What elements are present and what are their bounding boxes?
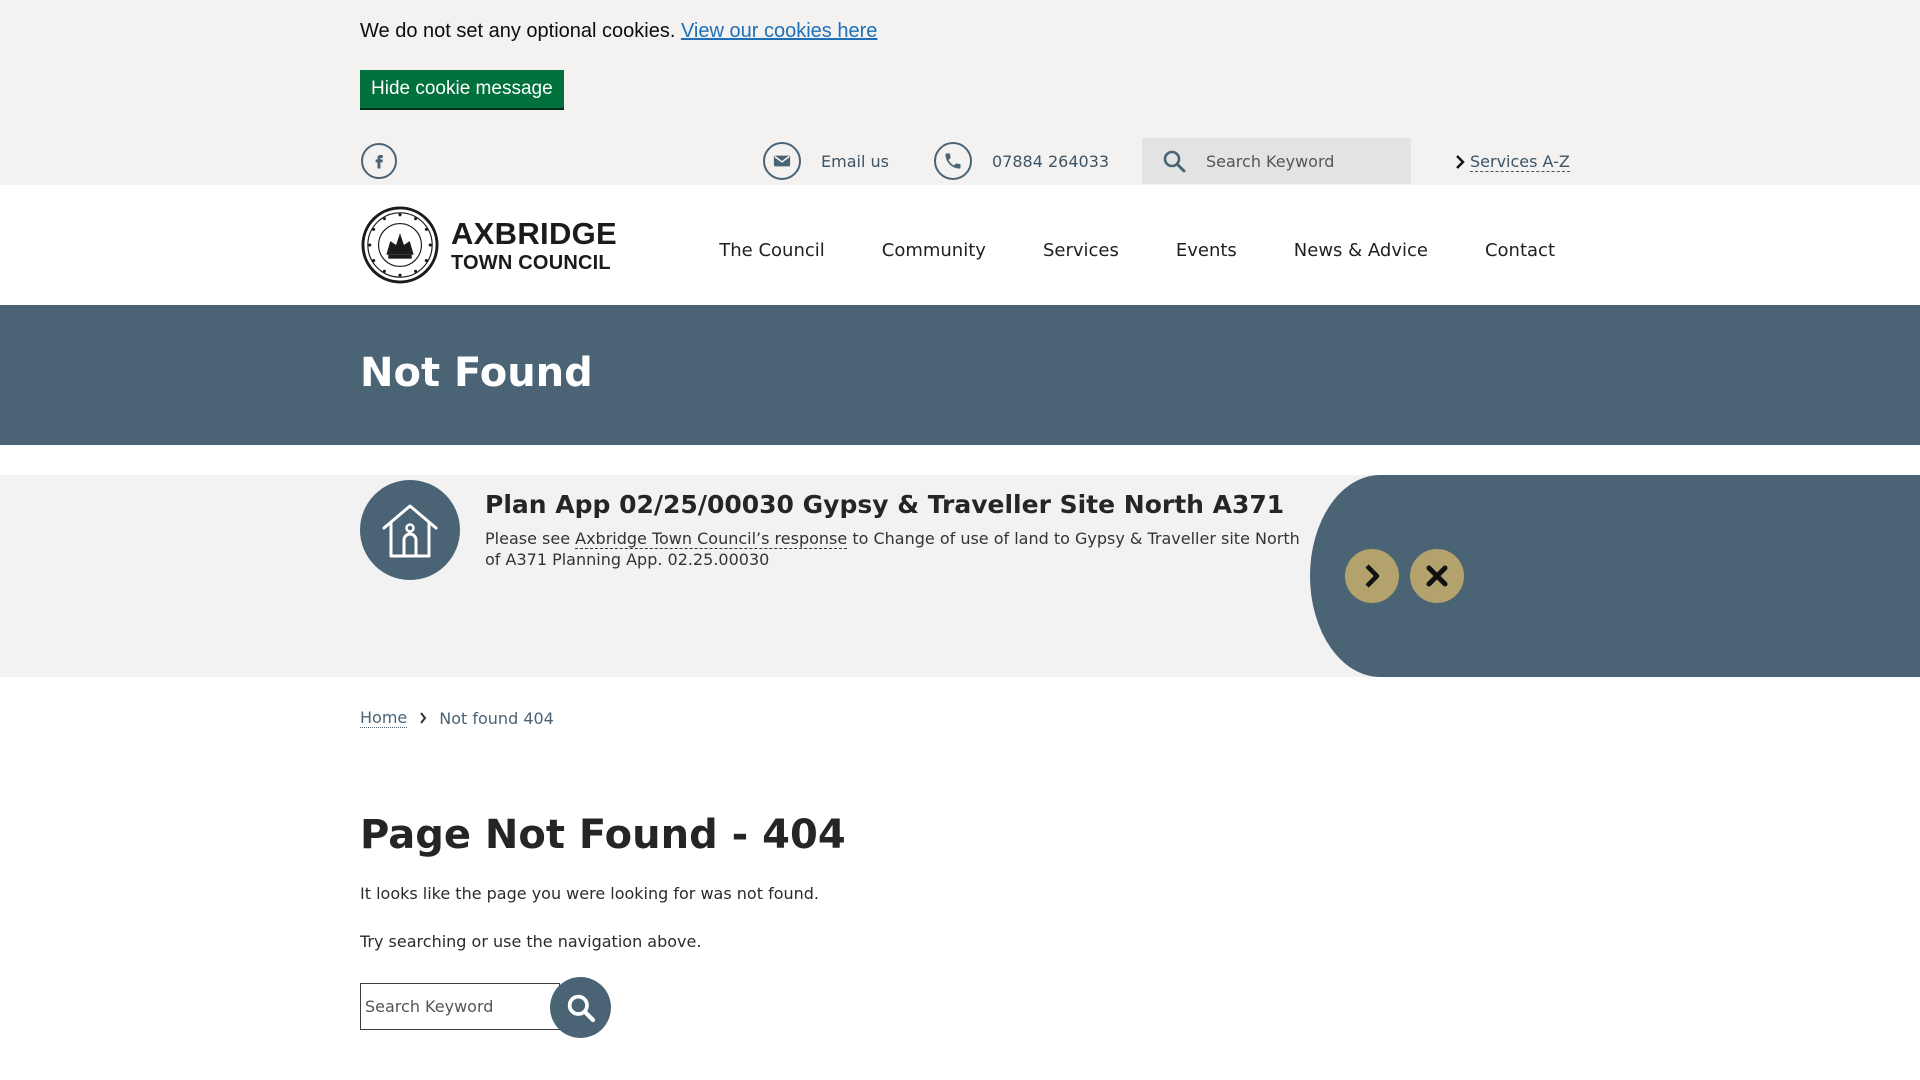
email-us-link[interactable]: Email us [821,152,889,171]
nav-item-contact[interactable]: Contact [1485,240,1555,261]
header-search [1142,138,1411,184]
email-icon[interactable] [763,142,801,180]
not-found-message: It looks like the page you were looking … [360,884,820,903]
alert-title: Plan App 02/25/00030 Gypsy & Traveller S… [485,490,1285,519]
not-found-heading: Page Not Found - 404 [360,812,846,858]
phone-icon[interactable] [934,142,972,180]
alert-body-prefix: Please see [485,529,576,548]
nav-item-news-advice[interactable]: News & Advice [1294,240,1428,261]
house-icon [360,480,460,580]
breadcrumb-home[interactable]: Home [360,708,408,728]
town-seal-icon [361,206,439,284]
nav-item-community[interactable]: Community [882,240,986,261]
breadcrumb-current: Not found 404 [439,708,554,728]
nav-item-the-council[interactable]: The Council [719,240,825,261]
alert-body: Please see Axbridge Town Council’s respo… [485,528,1305,570]
alert-close-button[interactable] [1410,549,1464,603]
close-icon [1426,565,1448,587]
breadcrumb: Home Not found 404 [360,708,554,728]
phone-number-link[interactable]: 07884 264033 [992,152,1109,171]
facebook-icon[interactable] [361,143,397,179]
nav-item-events[interactable]: Events [1176,240,1237,261]
logo-wordmark: AXBRIDGE TOWN COUNCIL [451,218,617,273]
view-cookies-link[interactable]: View our cookies here [681,20,877,42]
header-search-input[interactable] [1206,151,1396,171]
main-navigation: The Council Community Services Events Ne… [719,240,1555,261]
search-icon[interactable] [1142,149,1206,173]
logo-line-1: AXBRIDGE [451,215,618,251]
page-search-input[interactable] [360,983,560,1030]
alert-controls-panel [1310,475,1920,677]
page-title: Not Found [360,350,593,396]
site-logo[interactable]: AXBRIDGE TOWN COUNCIL [361,206,617,284]
alert-response-link[interactable]: Axbridge Town Council’s response [575,529,848,549]
services-a-z-link[interactable]: Services A-Z [1454,152,1570,172]
logo-line-2: TOWN COUNCIL [451,251,611,274]
chevron-right-icon [1365,564,1380,588]
alert-next-button[interactable] [1345,549,1399,603]
services-a-z-label: Services A-Z [1470,152,1570,172]
search-suggestion: Try searching or use the navigation abov… [360,932,702,951]
nav-item-services[interactable]: Services [1043,240,1119,261]
search-icon [567,994,595,1022]
cookie-message-text: We do not set any optional cookies. [360,20,676,42]
chevron-right-icon [1456,155,1465,169]
page-search-button[interactable] [550,977,611,1038]
title-band [0,305,1920,445]
chevron-right-icon [420,712,427,724]
cookie-message: We do not set any optional cookies. View… [360,20,877,43]
hide-cookie-message-button[interactable]: Hide cookie message [360,70,564,108]
